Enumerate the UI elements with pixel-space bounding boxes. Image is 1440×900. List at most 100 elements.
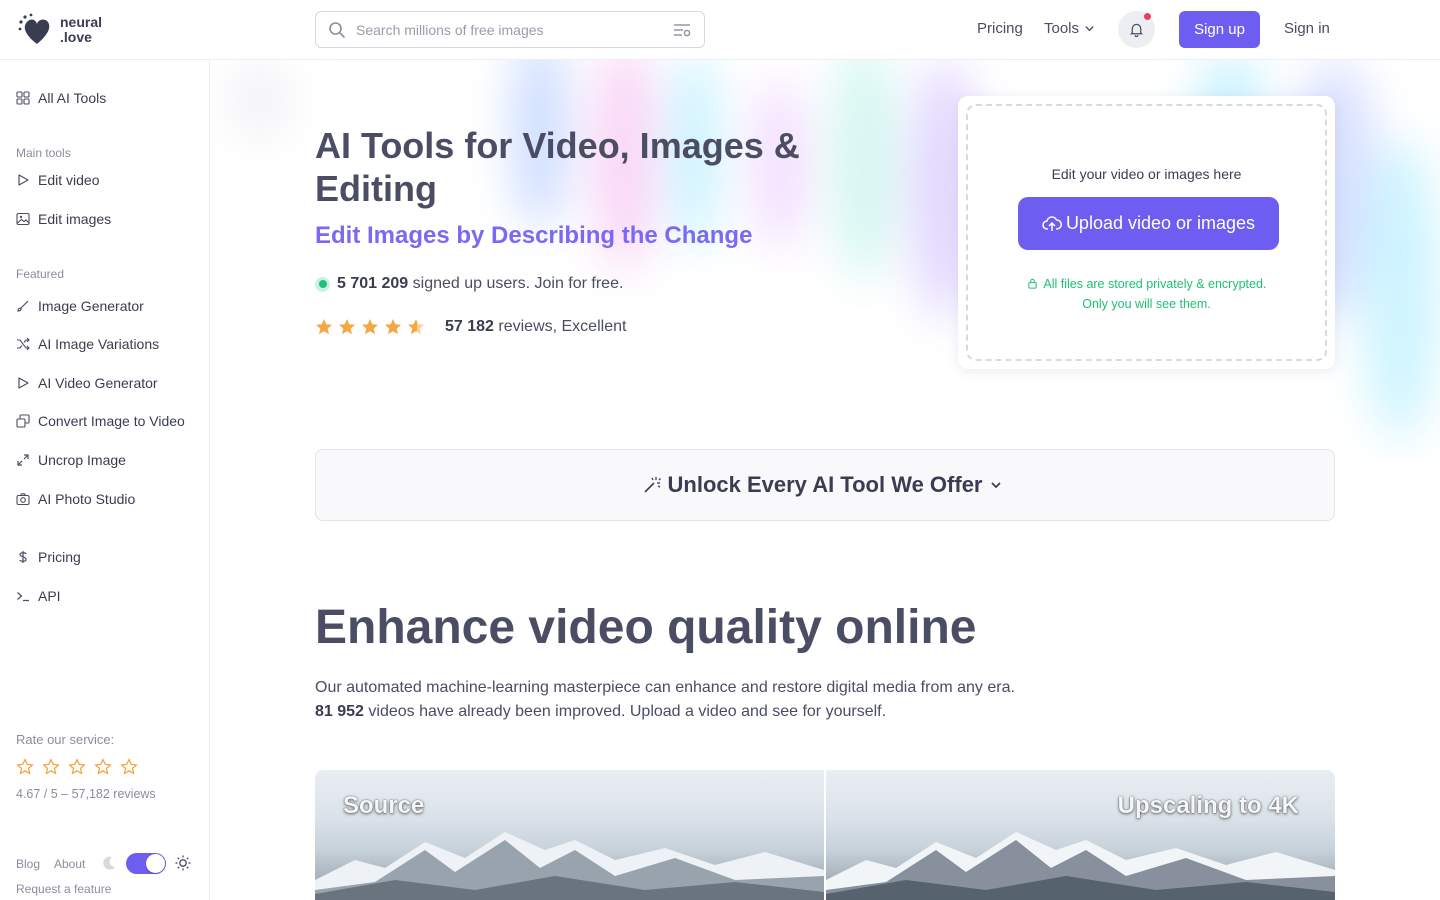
sidebar-item-label: Image Generator (38, 298, 144, 314)
heart-logo-icon (18, 13, 50, 44)
toggle-knob (146, 854, 165, 873)
sidebar-item-all-ai-tools[interactable]: All AI Tools (16, 90, 106, 106)
signup-button[interactable]: Sign up (1179, 11, 1260, 48)
logo-line2: .love (60, 29, 92, 45)
sidebar-item-label: AI Image Variations (38, 336, 160, 352)
rating-summary: 4.67 / 5 – 57,182 reviews (16, 787, 156, 801)
upload-hint: Edit your video or images here (1051, 166, 1242, 182)
search-icon (329, 21, 345, 38)
images-stack-icon (16, 414, 30, 428)
upscaled-label: Upscaling to 4K (1117, 792, 1299, 819)
notifications-button[interactable] (1118, 11, 1155, 48)
rate-stars (16, 758, 138, 776)
mountain-image (315, 832, 824, 900)
reviews-line: 57 182 reviews, Excellent (315, 318, 626, 336)
star-filled-icon (385, 319, 401, 335)
moon-icon (103, 856, 115, 870)
sidebar: All AI Tools Main tools Edit video Edit … (0, 60, 210, 900)
logo[interactable]: neural .love (16, 12, 102, 48)
search-placeholder: Search millions of free images (356, 21, 544, 38)
privacy-note: All files are stored privately & encrypt… (968, 274, 1325, 314)
sidebar-item-convert-image-to-video[interactable]: Convert Image to Video (16, 413, 185, 429)
enhance-description: Our automated machine-learning masterpie… (315, 676, 1015, 724)
grid-icon (16, 91, 30, 105)
star-outline-icon[interactable] (68, 758, 86, 776)
brush-icon (17, 300, 29, 312)
magic-wand-icon (643, 477, 661, 493)
sidebar-section-main: Main tools (16, 146, 71, 160)
terminal-icon (17, 592, 29, 602)
sidebar-item-ai-photo-studio[interactable]: AI Photo Studio (16, 491, 135, 507)
cloud-upload-icon (1042, 215, 1062, 231)
request-feature-link[interactable]: Request a feature (16, 882, 111, 896)
sidebar-item-edit-images[interactable]: Edit images (16, 211, 111, 227)
signin-link[interactable]: Sign in (1284, 20, 1330, 37)
theme-toggle[interactable] (126, 853, 166, 874)
rating-stars (315, 318, 425, 336)
videos-count: 81 952 (315, 703, 364, 720)
sidebar-item-label: AI Video Generator (38, 375, 158, 391)
hero-title: AI Tools for Video, Images & Editing (315, 125, 800, 209)
star-filled-icon (339, 319, 355, 335)
sidebar-item-edit-video[interactable]: Edit video (16, 172, 99, 188)
star-half-icon (408, 319, 424, 335)
sidebar-item-label: AI Photo Studio (38, 491, 136, 507)
star-outline-icon[interactable] (16, 758, 34, 776)
mountain-image (826, 832, 1335, 900)
nav-pricing-link[interactable]: Pricing (977, 20, 1023, 37)
source-label: Source (343, 792, 425, 819)
sidebar-item-api[interactable]: API (16, 588, 61, 604)
image-icon (16, 212, 30, 226)
sidebar-item-label: Uncrop Image (38, 452, 126, 468)
sidebar-item-label: Edit video (38, 172, 100, 188)
enhance-desc-line1: Our automated machine-learning masterpie… (315, 679, 1015, 696)
nav-tools-label: Tools (1044, 20, 1080, 37)
search-input[interactable]: Search millions of free images (315, 11, 705, 48)
upscaled-panel: Upscaling to 4K (826, 770, 1335, 900)
sidebar-item-image-generator[interactable]: Image Generator (16, 298, 144, 314)
privacy-line1: All files are stored privately & encrypt… (1043, 277, 1267, 291)
sidebar-item-pricing[interactable]: Pricing (16, 549, 81, 565)
dollar-icon (19, 551, 27, 563)
star-outline-icon[interactable] (42, 758, 60, 776)
sidebar-item-label: Edit images (38, 211, 112, 227)
sidebar-item-ai-video-generator[interactable]: AI Video Generator (16, 375, 158, 391)
upload-button-label: Upload video or images (1065, 213, 1256, 233)
reviews-text: reviews, Excellent (493, 318, 627, 335)
users-count-line: 5 701 209 signed up users. Join for free… (315, 275, 623, 293)
sidebar-section-featured: Featured (16, 267, 65, 281)
unlock-all-tools-toggle[interactable]: Unlock Every AI Tool We Offer (315, 449, 1335, 521)
hero-subtitle: Edit Images by Describing the Change (315, 222, 753, 249)
sidebar-item-label: API (38, 588, 61, 604)
star-outline-icon[interactable] (120, 758, 138, 776)
notification-dot (1144, 13, 1151, 20)
users-count: 5 701 209 (337, 275, 409, 292)
sidebar-item-label: All AI Tools (38, 90, 107, 106)
about-link[interactable]: About (54, 857, 85, 871)
sidebar-item-label: Convert Image to Video (38, 413, 185, 429)
sidebar-item-ai-image-variations[interactable]: AI Image Variations (16, 336, 159, 352)
star-filled-icon (362, 319, 378, 335)
expand-icon (17, 454, 29, 466)
upload-button[interactable]: Upload video or images (1018, 197, 1279, 250)
unlock-label: Unlock Every AI Tool We Offer (667, 472, 983, 497)
bell-icon (1129, 23, 1144, 37)
nav-tools-dropdown[interactable]: Tools (1044, 20, 1095, 37)
online-status-icon (315, 276, 330, 292)
upload-card: Edit your video or images here Upload vi… (958, 96, 1335, 369)
users-text: signed up users. Join for free. (408, 275, 624, 292)
privacy-line2: Only you will see them. (1082, 297, 1211, 311)
chevron-down-icon (1085, 26, 1094, 32)
upload-dropzone[interactable]: Edit your video or images here Upload vi… (966, 104, 1327, 361)
star-outline-icon[interactable] (94, 758, 112, 776)
blog-link[interactable]: Blog (16, 857, 40, 871)
source-panel: Source (315, 770, 824, 900)
enhance-title: Enhance video quality online (315, 601, 977, 654)
enhance-desc-line2: videos have already been improved. Uploa… (363, 703, 887, 720)
filter-settings-icon[interactable] (672, 21, 692, 39)
sidebar-item-uncrop-image[interactable]: Uncrop Image (16, 452, 126, 468)
camera-icon (16, 493, 30, 506)
play-icon (18, 174, 29, 186)
play-icon (18, 377, 29, 389)
star-filled-icon (316, 319, 332, 335)
